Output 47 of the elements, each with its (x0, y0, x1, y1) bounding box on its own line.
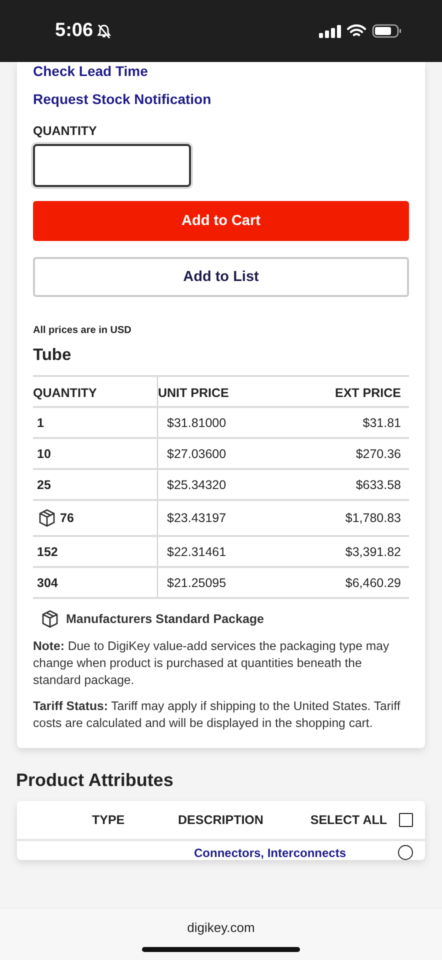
note-text: Note: Due to DigiKey value-add services the packaging type may change when product is purchased at quantities beneath the standard package. (33, 638, 390, 689)
ext-price-cell: $6,460.29 (345, 576, 401, 590)
ext-price-cell: $1,780.83 (345, 511, 401, 525)
radio-button[interactable] (398, 845, 413, 860)
unit-price-cell: $27.03600 (167, 446, 226, 460)
unit-price-cell: $22.31461 (167, 544, 226, 558)
column-header: EXT PRICE (334, 384, 402, 402)
quantity-cell: 25 (37, 478, 51, 492)
packaging-title: Tube (33, 346, 72, 365)
battery-icon (372, 24, 402, 38)
bell-muted-icon (97, 24, 112, 38)
package-icon (40, 609, 60, 629)
currency-note: All prices are in USD (33, 325, 132, 336)
legend-label: Manufacturers Standard Package (66, 612, 264, 626)
quantity-cell: 1 (37, 416, 44, 430)
quantity-cell: 10 (37, 446, 51, 460)
column-header: QUANTITY (33, 377, 158, 406)
signal-icon (319, 24, 341, 38)
wifi-icon (347, 24, 366, 38)
column-header: TYPE (92, 813, 126, 827)
unit-price-cell: $21.25095 (167, 576, 226, 590)
text-link[interactable]: Check Lead Time (33, 63, 409, 79)
description-link[interactable]: Connectors, Interconnects (194, 846, 398, 860)
add-to-cart-button[interactable]: Add to Cart (33, 201, 409, 241)
clock: 5:06 (55, 20, 94, 42)
unit-price-cell: $31.81000 (167, 416, 226, 430)
unit-price-cell: $23.43197 (167, 511, 226, 525)
quantity-cell: 152 (37, 544, 58, 558)
quantity-cell: 304 (37, 576, 58, 590)
quantity-cell: 76 (60, 511, 74, 525)
column-header: DESCRIPTION (178, 813, 264, 827)
note-text: Tariff Status: Tariff may apply if shipping to the United States. Tariff costs are calculated and will be displayed in the shopping cart. (33, 698, 402, 732)
section-title: Product Attributes (16, 770, 174, 791)
unit-price-cell: $25.34320 (167, 478, 226, 492)
package-icon (37, 508, 57, 528)
select-all-checkbox[interactable] (399, 813, 413, 827)
ext-price-cell: $633.58 (356, 478, 401, 492)
column-header: UNIT PRICE (158, 384, 230, 402)
ext-price-cell: $3,391.82 (345, 544, 401, 558)
ext-price-cell: $31.81 (362, 416, 401, 430)
text-link[interactable]: Request Stock Notification (33, 91, 409, 107)
ext-price-cell: $270.36 (356, 446, 401, 460)
add-to-list-button[interactable]: Add to List (33, 257, 409, 297)
quantity-input[interactable] (33, 144, 191, 187)
column-header: SELECT ALL (310, 813, 387, 827)
field-label: QUANTITY (33, 124, 98, 138)
url-text: digikey.com (187, 920, 255, 935)
